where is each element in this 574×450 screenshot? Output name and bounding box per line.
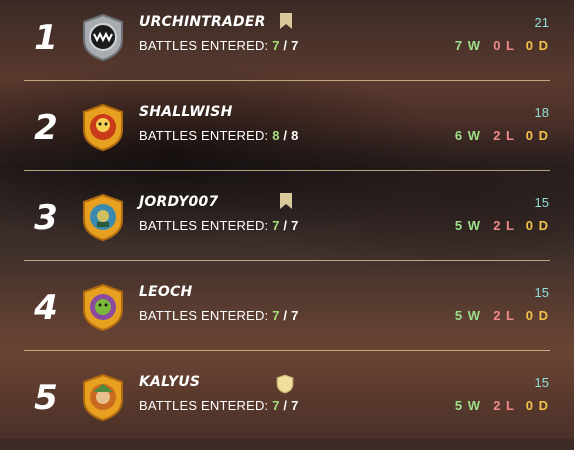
draws: 0 D bbox=[525, 128, 549, 143]
player-score: 15 bbox=[534, 195, 549, 210]
battles-count: 7 bbox=[272, 398, 280, 413]
battles-label: BATTLES ENTERED: bbox=[139, 398, 269, 413]
draws: 0 D bbox=[525, 218, 549, 233]
losses: 2 L bbox=[493, 308, 515, 323]
player-name[interactable]: SHALLWISH bbox=[139, 104, 233, 120]
player-name[interactable]: KALYUS bbox=[139, 374, 200, 390]
wins: 7 W bbox=[454, 38, 481, 53]
losses: 2 L bbox=[493, 398, 515, 413]
player-score: 18 bbox=[534, 105, 549, 120]
battles-entered: BATTLES ENTERED: 7 / 7 bbox=[139, 38, 299, 53]
gold-shield-avatar bbox=[83, 283, 123, 332]
rank-number: 1 bbox=[34, 18, 58, 58]
draws: 0 D bbox=[525, 38, 549, 53]
losses: 0 L bbox=[493, 38, 515, 53]
battles-entered: BATTLES ENTERED: 7 / 7 bbox=[139, 218, 299, 233]
win-loss-record: 6 W 2 L 0 D bbox=[447, 128, 549, 143]
battles-total: 7 bbox=[291, 218, 299, 233]
battles-count: 7 bbox=[272, 308, 280, 323]
battles-entered: BATTLES ENTERED: 7 / 7 bbox=[139, 398, 299, 413]
battles-total: 7 bbox=[291, 38, 299, 53]
player-name[interactable]: JORDY007 bbox=[139, 194, 218, 210]
row-divider bbox=[24, 170, 550, 171]
leaderboard-row[interactable]: 1 URCHINTRADER BATTLES ENTERED: 7 / 7 21… bbox=[0, 0, 574, 90]
battles-count: 7 bbox=[272, 218, 280, 233]
bookmark-icon bbox=[280, 13, 292, 29]
player-score: 21 bbox=[534, 15, 549, 30]
losses: 2 L bbox=[493, 218, 515, 233]
draws: 0 D bbox=[525, 398, 549, 413]
battles-label: BATTLES ENTERED: bbox=[139, 308, 269, 323]
row-divider bbox=[24, 80, 550, 81]
row-divider bbox=[24, 260, 550, 261]
win-loss-record: 5 W 2 L 0 D bbox=[447, 398, 549, 413]
silver-shield-avatar bbox=[83, 13, 123, 62]
rank-number: 3 bbox=[34, 198, 58, 238]
battles-label: BATTLES ENTERED: bbox=[139, 38, 269, 53]
battles-count: 7 bbox=[272, 38, 280, 53]
player-score: 15 bbox=[534, 285, 549, 300]
battles-entered: BATTLES ENTERED: 8 / 8 bbox=[139, 128, 299, 143]
win-loss-record: 7 W 0 L 0 D bbox=[447, 38, 549, 53]
player-name[interactable]: LEOCH bbox=[139, 284, 192, 300]
gold-shield-avatar bbox=[83, 103, 123, 152]
leaderboard-row[interactable]: 4 LEOCH BATTLES ENTERED: 7 / 7 15 5 W 2 L… bbox=[0, 270, 574, 360]
battles-label: BATTLES ENTERED: bbox=[139, 128, 269, 143]
battles-total: 7 bbox=[291, 308, 299, 323]
bookmark-icon bbox=[280, 193, 292, 209]
row-divider bbox=[24, 350, 550, 351]
battles-total: 7 bbox=[291, 398, 299, 413]
battles-total: 8 bbox=[291, 128, 299, 143]
wins: 6 W bbox=[454, 128, 481, 143]
leaderboard-row[interactable]: 3 JORDY007 BATTLES ENTERED: 7 / 7 15 5 W… bbox=[0, 180, 574, 270]
rank-number: 5 bbox=[34, 378, 58, 418]
draws: 0 D bbox=[525, 308, 549, 323]
battles-count: 8 bbox=[272, 128, 280, 143]
rank-number: 2 bbox=[34, 108, 58, 148]
rank-number: 4 bbox=[34, 288, 58, 328]
player-name[interactable]: URCHINTRADER bbox=[139, 14, 266, 30]
gold-shield-avatar bbox=[83, 373, 123, 422]
win-loss-record: 5 W 2 L 0 D bbox=[447, 308, 549, 323]
wins: 5 W bbox=[454, 398, 481, 413]
leaderboard-row[interactable]: 2 SHALLWISH BATTLES ENTERED: 8 / 8 18 6 … bbox=[0, 90, 574, 180]
win-loss-record: 5 W 2 L 0 D bbox=[447, 218, 549, 233]
shield-icon bbox=[276, 374, 294, 394]
battles-label: BATTLES ENTERED: bbox=[139, 218, 269, 233]
leaderboard-row[interactable]: 5 KALYUS BATTLES ENTERED: 7 / 7 15 5 W 2 … bbox=[0, 360, 574, 450]
losses: 2 L bbox=[493, 128, 515, 143]
gold-shield-avatar bbox=[83, 193, 123, 242]
wins: 5 W bbox=[454, 218, 481, 233]
wins: 5 W bbox=[454, 308, 481, 323]
leaderboard: 1 URCHINTRADER BATTLES ENTERED: 7 / 7 21… bbox=[0, 0, 574, 439]
battles-entered: BATTLES ENTERED: 7 / 7 bbox=[139, 308, 299, 323]
player-score: 15 bbox=[534, 375, 549, 390]
